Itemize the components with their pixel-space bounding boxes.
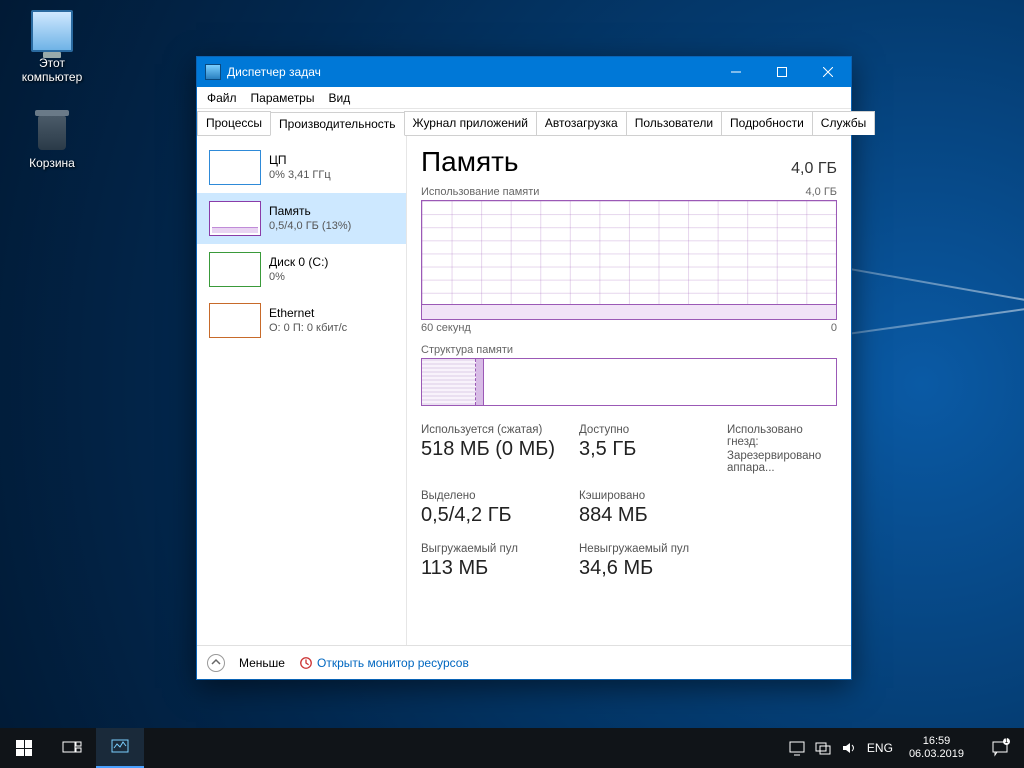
window-title: Диспетчер задач [227,65,713,79]
task-view-button[interactable] [48,728,96,768]
sidebar-item-label: ЦП [269,153,331,168]
tab-performance[interactable]: Производительность [270,112,404,136]
task-manager-icon [205,64,221,80]
open-resource-monitor-link[interactable]: Открыть монитор ресурсов [299,656,469,670]
sidebar-item-label: Диск 0 (C:) [269,255,328,270]
fewer-details-button[interactable] [207,654,225,672]
fewer-details-label: Меньше [239,656,285,670]
detail-title: Память [421,146,519,178]
tab-app-history[interactable]: Журнал приложений [404,111,537,135]
tab-processes[interactable]: Процессы [197,111,271,135]
sidebar-item-cpu[interactable]: ЦП 0% 3,41 ГГц [197,142,406,193]
sidebar-item-memory[interactable]: Память 0,5/4,0 ГБ (13%) [197,193,406,244]
close-button[interactable] [805,57,851,87]
task-manager-window: Диспетчер задач Файл Параметры Вид Проце… [196,56,852,680]
tab-services[interactable]: Службы [812,111,875,135]
stat-available: Доступно 3,5 ГБ [579,424,719,474]
memory-thumb-icon [209,201,261,236]
sidebar-item-label: Ethernet [269,306,347,321]
taskbar: ENG 16:59 06.03.2019 1 [0,728,1024,768]
recycle-bin-icon [31,110,73,152]
stat-committed: Выделено 0,5/4,2 ГБ [421,490,571,527]
performance-detail: Память 4,0 ГБ Использование памяти 4,0 Г… [407,136,851,645]
sidebar-item-label: Память [269,204,351,219]
memory-structure-chart [421,358,837,406]
memory-usage-chart [421,200,837,320]
performance-sidebar: ЦП 0% 3,41 ГГц Память 0,5/4,0 ГБ (13%) Д… [197,136,407,645]
notification-badge: 1 [1003,738,1010,745]
sidebar-item-sub: 0% [269,270,328,285]
sidebar-item-sub: 0% 3,41 ГГц [269,168,331,183]
tray-language[interactable]: ENG [867,741,893,755]
start-button[interactable] [0,728,48,768]
sidebar-item-ethernet[interactable]: Ethernet О: 0 П: 0 кбит/с [197,295,406,346]
menu-options[interactable]: Параметры [251,91,315,105]
computer-icon [31,10,73,52]
titlebar[interactable]: Диспетчер задач [197,57,851,87]
maximize-button[interactable] [759,57,805,87]
tab-users[interactable]: Пользователи [626,111,722,135]
cpu-thumb-icon [209,150,261,185]
tray-volume-icon[interactable] [841,740,857,756]
ethernet-thumb-icon [209,303,261,338]
stat-used: Используется (сжатая) 518 МБ (0 МБ) [421,424,571,474]
sidebar-item-sub: О: 0 П: 0 кбит/с [269,321,347,336]
menubar: Файл Параметры Вид [197,87,851,109]
chart-x-left: 60 секунд [421,322,471,334]
tray-monitor-icon[interactable] [789,740,805,756]
desktop-icon-label: Этот компьютер [14,56,90,84]
tray-clock[interactable]: 16:59 06.03.2019 [903,735,970,761]
minimize-button[interactable] [713,57,759,87]
tab-details[interactable]: Подробности [721,111,813,135]
sidebar-item-sub: 0,5/4,0 ГБ (13%) [269,219,351,234]
memory-structure-label: Структура памяти [421,344,837,356]
chart-usage-max: 4,0 ГБ [805,186,837,198]
stat-slots: Использовано гнезд: Зарезервировано аппа… [727,424,837,474]
desktop-icon-recycle-bin[interactable]: Корзина [14,110,90,170]
disk-thumb-icon [209,252,261,287]
menu-file[interactable]: Файл [207,91,237,105]
desktop-icon-this-pc[interactable]: Этот компьютер [14,10,90,84]
taskbar-app-task-manager[interactable] [96,728,144,768]
stat-paged-pool: Выгружаемый пул 113 МБ [421,543,571,580]
chart-x-right: 0 [831,322,837,334]
tray-notifications-button[interactable]: 1 [980,728,1020,768]
menu-view[interactable]: Вид [328,91,350,105]
tab-startup[interactable]: Автозагрузка [536,111,627,135]
stat-nonpaged-pool: Невыгружаемый пул 34,6 МБ [579,543,837,580]
sidebar-item-disk[interactable]: Диск 0 (C:) 0% [197,244,406,295]
desktop-icon-label: Корзина [14,156,90,170]
chart-usage-label: Использование памяти [421,186,539,198]
stat-cached: Кэшировано 884 МБ [579,490,837,527]
tray-network-icon[interactable] [815,740,831,756]
detail-total: 4,0 ГБ [791,160,837,178]
windows-logo-icon [16,740,32,756]
tabbar: Процессы Производительность Журнал прило… [197,109,851,136]
